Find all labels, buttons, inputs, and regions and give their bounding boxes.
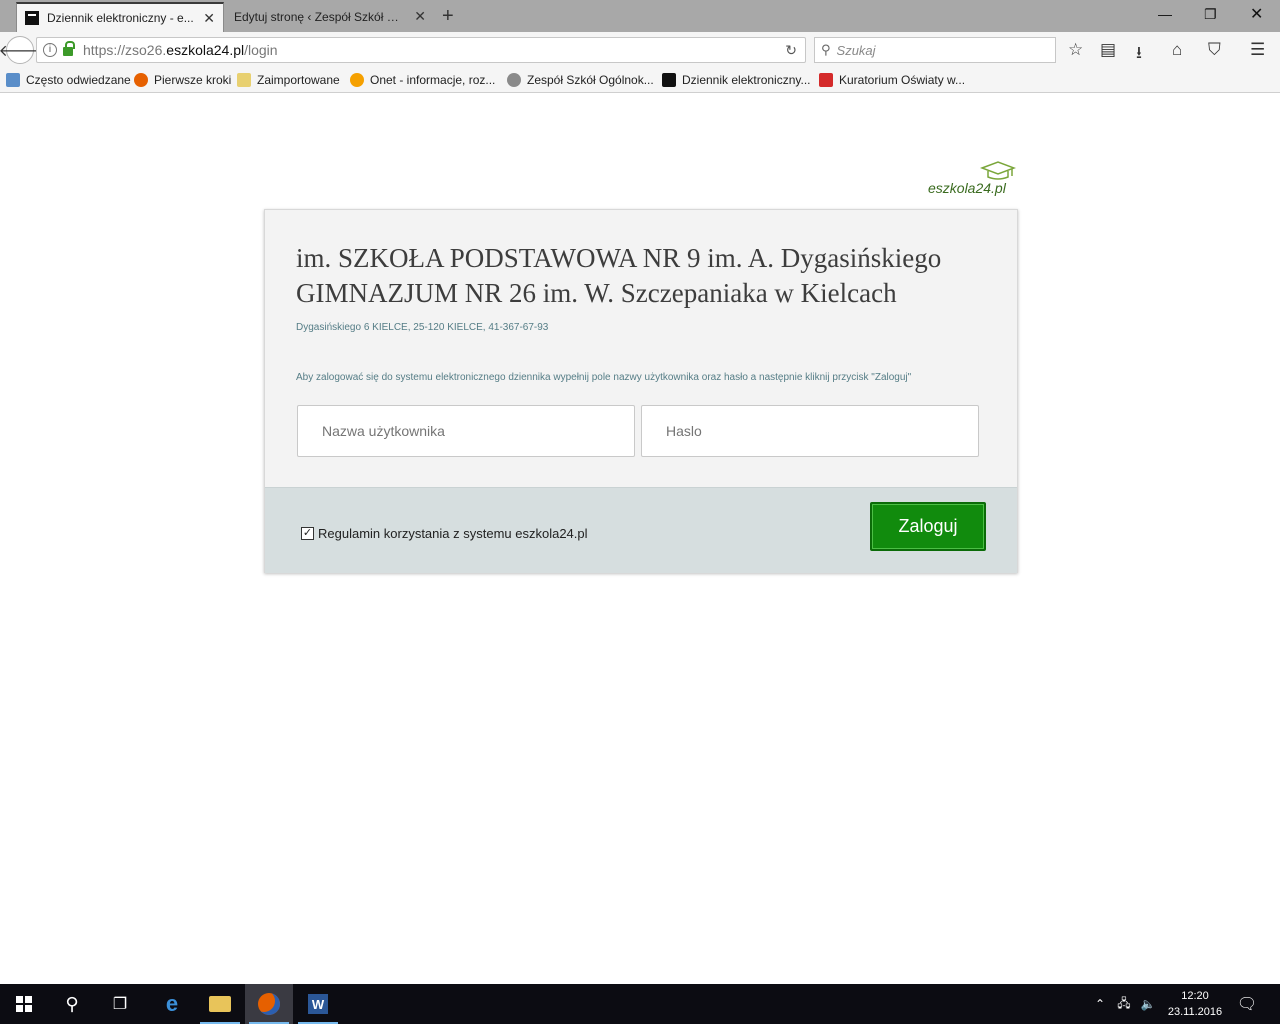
close-window-icon[interactable]: ✕	[1250, 4, 1263, 24]
action-center-icon[interactable]: 🗨	[1232, 984, 1262, 1024]
bookmark-item[interactable]: Dziennik elektroniczny...	[662, 73, 811, 87]
firefox-icon	[258, 993, 280, 1015]
login-card: im. SZKOŁA PODSTAWOWA NR 9 im. A. Dygasi…	[264, 209, 1018, 573]
firefox-icon	[134, 73, 148, 87]
pocket-icon[interactable]: ⛉	[1208, 40, 1221, 60]
eszkola-logo: eszkola24.pl	[928, 160, 1018, 200]
volume-icon[interactable]: 🔈	[1138, 984, 1158, 1024]
username-input[interactable]	[297, 405, 635, 457]
login-footer: ✓ Regulamin korzystania z systemu eszkol…	[265, 487, 1017, 573]
tab-title: Dziennik elektroniczny - e...	[47, 11, 194, 25]
bookmarks-bar: Często odwiedzane Pierwsze kroki Zaimpor…	[0, 68, 1280, 93]
url-bar[interactable]: i https://zso26.eszkola24.pl/login ↻	[36, 37, 806, 63]
close-tab-icon[interactable]: ✕	[414, 8, 426, 25]
bookmark-item[interactable]: Zespół Szkół Ogólnok...	[507, 73, 654, 87]
minimize-icon[interactable]: —	[1158, 6, 1172, 22]
globe-icon	[507, 73, 521, 87]
download-icon[interactable]: ⭳	[1136, 40, 1142, 69]
edge-button[interactable]: e	[148, 984, 196, 1024]
windows-logo-icon	[16, 996, 32, 1012]
search-input[interactable]: ⚲ Szukaj	[814, 37, 1056, 63]
menu-icon[interactable]: ☰	[1250, 40, 1265, 60]
file-explorer-button[interactable]	[196, 984, 244, 1024]
home-icon[interactable]: ⌂	[1172, 40, 1182, 60]
clock-date: 23.11.2016	[1167, 1006, 1223, 1018]
lock-icon[interactable]	[63, 41, 75, 56]
tab-edytuj[interactable]: Edytuj stronę ‹ Zespół Szkół O... ✕	[226, 2, 434, 32]
school-name: im. SZKOŁA PODSTAWOWA NR 9 im. A. Dygasi…	[296, 241, 996, 311]
password-input[interactable]	[641, 405, 979, 457]
folder-icon	[237, 73, 251, 87]
folder-icon	[209, 996, 231, 1012]
task-view-button[interactable]: ❐	[96, 984, 144, 1024]
search-icon: ⚲	[65, 993, 79, 1014]
word-icon: W	[308, 994, 328, 1014]
network-icon[interactable]: 🖧	[1114, 984, 1134, 1024]
login-button[interactable]: Zaloguj	[870, 502, 986, 551]
tab-dziennik[interactable]: Dziennik elektroniczny - e... ✕	[16, 2, 224, 32]
edge-icon: e	[165, 991, 179, 1016]
tab-title: Edytuj stronę ‹ Zespół Szkół O...	[234, 10, 404, 24]
terms-checkbox-row[interactable]: ✓ Regulamin korzystania z systemu eszkol…	[301, 526, 588, 541]
taskbar: ⚲ ❐ e W ⌃ 🖧 🔈 12:20 23.11.2016 🗨	[0, 984, 1280, 1024]
bookmark-item[interactable]: Często odwiedzane	[6, 73, 131, 87]
tab-bar: Dziennik elektroniczny - e... ✕ Edytuj s…	[0, 0, 1280, 32]
onet-icon	[350, 73, 364, 87]
nav-bar: 🡐 i https://zso26.eszkola24.pl/login ↻ ⚲…	[0, 32, 1280, 68]
restore-icon[interactable]: ❐	[1204, 6, 1217, 23]
bookmark-item[interactable]: Pierwsze kroki	[134, 73, 231, 87]
bookmark-item[interactable]: Zaimportowane	[237, 73, 340, 87]
url-text: https://zso26.eszkola24.pl/login	[83, 42, 278, 58]
school-address: Dygasińskiego 6 KIELCE, 25-120 KIELCE, 4…	[296, 322, 549, 333]
new-tab-button[interactable]: +	[442, 6, 454, 26]
terms-checkbox[interactable]: ✓	[301, 527, 314, 540]
firefox-button[interactable]	[245, 984, 293, 1024]
clock[interactable]: 12:20 23.11.2016	[1160, 988, 1230, 1020]
info-icon[interactable]: i	[43, 43, 57, 57]
search-icon: ⚲	[821, 42, 831, 57]
bookmarks-folder-icon	[6, 73, 20, 87]
bookmark-item[interactable]: Kuratorium Oświaty w...	[819, 73, 965, 87]
search-button[interactable]: ⚲	[48, 984, 96, 1024]
reading-list-icon[interactable]: ▤	[1100, 40, 1116, 60]
logo-text: eszkola24.pl	[928, 180, 1006, 196]
clock-time: 12:20	[1181, 990, 1209, 1002]
back-button[interactable]: 🡐	[0, 36, 41, 64]
bookmark-item[interactable]: Onet - informacje, roz...	[350, 73, 495, 87]
graduation-cap-icon	[980, 161, 1016, 180]
eagle-emblem-icon	[819, 73, 833, 87]
start-button[interactable]	[0, 984, 48, 1024]
search-placeholder: Szukaj	[836, 42, 876, 58]
task-view-icon: ❐	[112, 996, 128, 1013]
login-instructions: Aby zalogować się do systemu elektronicz…	[296, 372, 912, 383]
school-name-line: GIMNAZJUM NR 26 im. W. Szczepaniaka w Ki…	[296, 278, 897, 308]
school-name-line: im. SZKOŁA PODSTAWOWA NR 9 im. A. Dygasi…	[296, 243, 942, 273]
tray-chevron-icon[interactable]: ⌃	[1090, 984, 1110, 1024]
close-tab-icon[interactable]: ✕	[203, 10, 215, 27]
dziennik-favicon-icon	[662, 73, 676, 87]
terms-label: Regulamin korzystania z systemu eszkola2…	[318, 526, 588, 541]
word-button[interactable]: W	[294, 984, 342, 1024]
dziennik-favicon-icon	[25, 11, 39, 25]
bookmark-star-icon[interactable]: ☆	[1068, 40, 1083, 60]
reload-icon[interactable]: ↻	[785, 42, 797, 59]
